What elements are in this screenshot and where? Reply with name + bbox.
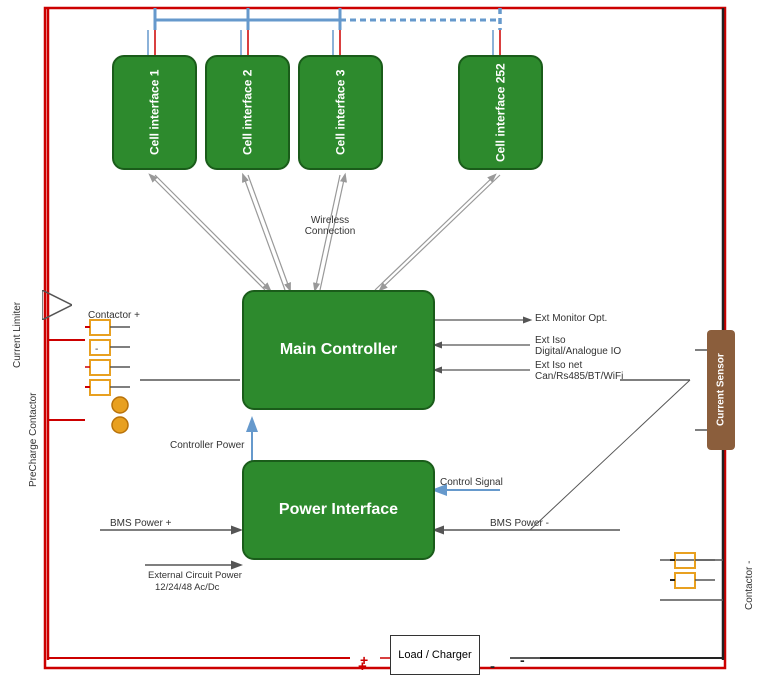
power-interface-box: Power Interface	[242, 460, 435, 560]
svg-text:-: -	[520, 652, 525, 668]
svg-text:BMS Power -: BMS Power -	[490, 518, 549, 529]
svg-text:External Circuit Power: External Circuit Power	[148, 570, 242, 581]
load-charger-box: Load / Charger	[390, 635, 480, 675]
plus-symbol: +	[358, 658, 367, 675]
svg-text:Controller Power: Controller Power	[170, 440, 245, 451]
cell-interface-1: Cell interface 1	[112, 55, 197, 170]
bms-diagram: Controller Power Control Signal BMS Powe…	[0, 0, 775, 696]
cell-interface-3: Cell interface 3	[298, 55, 383, 170]
svg-text:12/24/48 Ac/Dc: 12/24/48 Ac/Dc	[155, 582, 220, 593]
current-limiter-label: Current Limiter	[12, 295, 23, 375]
cell-interface-2: Cell interface 2	[205, 55, 290, 170]
svg-text:-: -	[95, 344, 98, 355]
contactor-minus-symbol	[670, 548, 730, 608]
current-limiter-symbol	[42, 290, 72, 320]
svg-text:BMS Power +: BMS Power +	[110, 518, 172, 529]
cell-interface-252: Cell interface 252	[458, 55, 543, 170]
ext-iso-net-label: Ext Iso netCan/Rs485/BT/WiFi	[535, 360, 623, 382]
svg-text:Control Signal: Control Signal	[440, 477, 503, 488]
main-controller-box: Main Controller	[242, 290, 435, 410]
contactor-minus-label: Contactor -	[744, 555, 755, 615]
ext-monitor-label: Ext Monitor Opt.	[535, 313, 607, 324]
current-sensor-box: Current Sensor	[707, 330, 735, 450]
contactor-plus-symbol: -	[85, 310, 145, 440]
minus-symbol: -	[490, 658, 495, 675]
precharge-contactor-label: PreCharge Contactor	[28, 390, 39, 490]
wireless-connection-label: Wireless Connection	[290, 215, 370, 237]
ext-iso-digital-label: Ext IsoDigital/Analogue IO	[535, 335, 621, 357]
